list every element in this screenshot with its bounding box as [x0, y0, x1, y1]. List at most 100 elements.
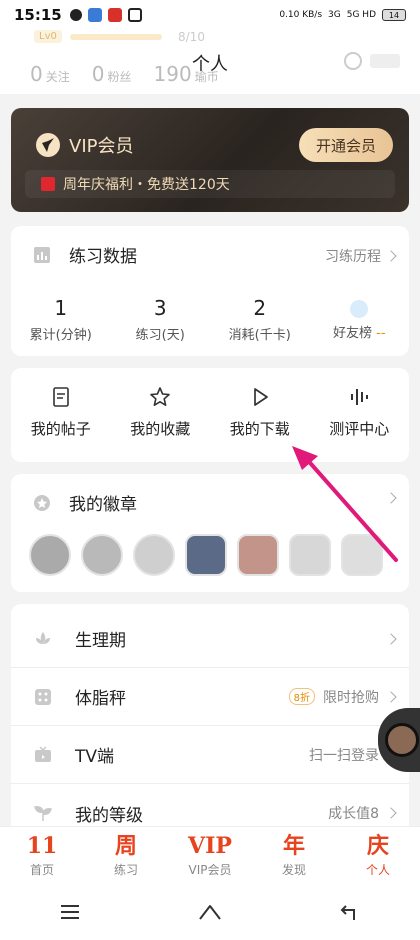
- chevron-right-icon: [385, 250, 397, 262]
- tab-practice[interactable]: 周 练习: [84, 827, 168, 884]
- stat-following[interactable]: 0 关注: [30, 62, 70, 86]
- list-item-period[interactable]: 生理期: [11, 610, 409, 668]
- metric-days: 3 练习(天): [111, 296, 211, 343]
- tab-vip[interactable]: VIP VIP会员: [168, 827, 252, 884]
- list-item-value: 扫一扫登录: [309, 747, 379, 764]
- app-notification-icon: [87, 8, 102, 22]
- list-item-value: 成长值8: [328, 806, 379, 822]
- document-icon: [52, 387, 69, 407]
- practice-history-label: 习练历程: [325, 249, 381, 265]
- vip-promo-text: 周年庆福利・免费送120天: [63, 177, 230, 193]
- waveform-icon: [351, 389, 369, 405]
- badges-header[interactable]: 我的徽章: [33, 490, 137, 515]
- assessment-center-label: 测评中心: [329, 420, 390, 438]
- friends-value: --: [376, 326, 386, 341]
- vip-title: VIP会员: [35, 132, 133, 158]
- tab-home[interactable]: 11 首页: [0, 827, 84, 884]
- menu-icon[interactable]: [50, 897, 90, 927]
- level-progress-bar: [70, 34, 162, 40]
- metric-minutes: 1 累计(分钟): [11, 296, 111, 343]
- tab-discover-icon: 年: [282, 833, 305, 859]
- badge-item[interactable]: [81, 534, 123, 576]
- list-item-value: 限时抢购: [323, 689, 379, 706]
- settings-gear-icon[interactable]: [344, 52, 362, 70]
- star-icon: [150, 387, 171, 406]
- metric-label: 累计(分钟): [29, 328, 92, 343]
- stat-coins[interactable]: 190 瑜币: [154, 62, 219, 86]
- profile-stats: 0 关注 0 粉丝 190 瑜币: [30, 62, 219, 86]
- music-disc-icon: [385, 723, 419, 757]
- stat-value: 0: [30, 62, 43, 86]
- tab-label: 发现: [281, 863, 306, 877]
- metric-calories: 2 消耗(千卡): [210, 296, 310, 343]
- tab-vip-icon: VIP: [188, 833, 232, 859]
- tab-practice-icon: 周: [114, 833, 137, 859]
- practice-data-card: 练习数据 习练历程 1 累计(分钟) 3 练习(天) 2 消耗(千卡) 好友榜 …: [11, 226, 409, 356]
- settings-list-card: 生理期 体脂秤 8折 限时抢购 TV端 扫一扫登录 我的等级 成长值8: [11, 604, 409, 834]
- lotus-icon: [36, 631, 50, 644]
- my-downloads-button[interactable]: 我的下载: [210, 386, 310, 439]
- sprout-icon: [34, 806, 52, 821]
- vip-promo-banner[interactable]: 周年庆福利・免费送120天: [25, 170, 395, 198]
- list-item-tv[interactable]: TV端 扫一扫登录: [11, 726, 409, 784]
- friends-icon: [350, 300, 369, 318]
- home-icon[interactable]: [190, 897, 230, 927]
- list-item-label: 生理期: [75, 631, 126, 651]
- badges-title: 我的徽章: [69, 495, 137, 515]
- stat-followers[interactable]: 0 粉丝: [92, 62, 132, 86]
- signal-5g: 5G HD: [346, 10, 376, 20]
- status-bar: 15:15 0.10 KB/s 3G 5G HD 14: [0, 0, 420, 30]
- badge-item[interactable]: [341, 534, 383, 576]
- vip-card[interactable]: VIP会员 开通会员 周年庆福利・免费送120天: [11, 108, 409, 212]
- battery-icon: 14: [382, 9, 406, 21]
- badge-item[interactable]: [237, 534, 279, 576]
- tab-profile[interactable]: 庆 个人: [336, 827, 420, 884]
- vip-logo-icon: [36, 133, 60, 157]
- list-item-label: 体脂秤: [75, 689, 126, 709]
- quick-actions-card: 我的帖子 我的收藏 我的下载 测评中心: [11, 368, 409, 462]
- open-vip-button[interactable]: 开通会员: [299, 128, 393, 162]
- bottom-tab-bar: 11 首页 周 练习 VIP VIP会员 年 发现 庆 个人: [0, 826, 420, 884]
- badge-item[interactable]: [185, 534, 227, 576]
- network-speed: 0.10 KB/s: [279, 10, 323, 20]
- assessment-center-button[interactable]: 测评中心: [310, 386, 410, 439]
- metric-label: 练习(天): [135, 328, 185, 343]
- back-icon[interactable]: [330, 897, 370, 927]
- metric-value: 2: [253, 296, 267, 320]
- badge-icon: [34, 494, 50, 511]
- checkin-icon[interactable]: [370, 54, 400, 68]
- level-badge[interactable]: Lv0: [34, 30, 62, 43]
- metric-label: 消耗(千卡): [228, 328, 291, 343]
- battery-level: 14: [388, 10, 400, 20]
- list-item-body-fat-scale[interactable]: 体脂秤 8折 限时抢购: [11, 668, 409, 726]
- badges-more[interactable]: [385, 492, 397, 504]
- scale-icon: [35, 688, 51, 705]
- my-posts-label: 我的帖子: [30, 420, 91, 438]
- chevron-right-icon: [385, 632, 397, 645]
- gift-icon: [41, 177, 55, 191]
- discount-badge: 8折: [288, 688, 315, 705]
- app-notification-icon-2: [107, 8, 122, 22]
- badge-item[interactable]: [289, 534, 331, 576]
- tab-label: 练习: [113, 863, 138, 877]
- stat-label: 瑜币: [194, 70, 219, 84]
- my-downloads-label: 我的下载: [229, 420, 290, 438]
- practice-data-header[interactable]: 练习数据: [33, 242, 137, 267]
- tab-label: 首页: [29, 863, 54, 877]
- tab-home-icon: 11: [26, 833, 58, 859]
- my-favorites-button[interactable]: 我的收藏: [111, 386, 211, 439]
- tab-label: 个人: [365, 863, 390, 877]
- tab-discover[interactable]: 年 发现: [252, 827, 336, 884]
- my-posts-button[interactable]: 我的帖子: [11, 386, 111, 439]
- badges-list: [29, 534, 383, 576]
- friends-ranking[interactable]: 好友榜 --: [310, 296, 410, 343]
- badge-item[interactable]: [133, 534, 175, 576]
- badges-card[interactable]: 我的徽章: [11, 474, 409, 592]
- badge-item[interactable]: [29, 534, 71, 576]
- metric-value: 1: [54, 296, 68, 320]
- vip-title-text: VIP会员: [69, 136, 134, 157]
- profile-header: Lv0 8/10 个人 0 关注 0 粉丝 190 瑜币: [0, 30, 420, 94]
- stat-label: 关注: [45, 70, 70, 84]
- practice-history-link[interactable]: 习练历程: [325, 246, 397, 266]
- bar-chart-icon: [34, 246, 50, 263]
